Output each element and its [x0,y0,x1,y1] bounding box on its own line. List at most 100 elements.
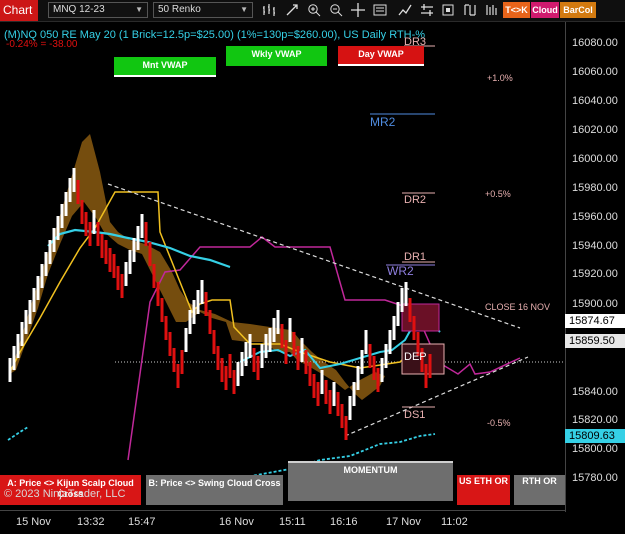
price-tick: 15960.00 [572,211,618,223]
chart-trader-icon[interactable] [441,3,455,17]
kijun-cloud [10,134,385,400]
down-brick [304,350,308,374]
up-brick [300,338,304,362]
up-brick [8,358,12,382]
pct-plus-1: +1.0% [487,73,513,83]
up-brick [32,288,36,312]
cloud-toggle[interactable]: Cloud [531,2,559,18]
up-brick [132,238,136,262]
down-brick [368,344,372,368]
down-brick [120,274,124,298]
down-brick [324,380,328,404]
instrument-selector[interactable]: MNQ 12-23 ▼ [48,2,148,18]
bar-type-selector[interactable]: 50 Renko ▼ [153,2,253,18]
or-box [401,303,440,332]
price-tick: 16020.00 [572,124,618,136]
down-brick [96,222,100,246]
chart-canvas[interactable] [0,22,625,534]
daily-vwap-button[interactable]: Day VWAP [338,46,424,66]
data-box-icon[interactable] [463,3,477,17]
momentum-button[interactable]: MOMENTUM [288,461,453,501]
mr2-label: MR2 [370,115,396,129]
down-brick [312,374,316,398]
up-brick [128,250,132,274]
us-eth-or-button[interactable]: US ETH OR [457,475,510,505]
tk-toggle[interactable]: T<>K [503,2,530,18]
time-tick: 15:47 [128,516,156,528]
dr1-label: DR1 [404,251,427,263]
up-brick [276,310,280,334]
down-brick [224,366,228,390]
time-tick: 15 Nov [16,516,51,528]
down-brick [76,180,80,204]
up-brick [188,310,192,334]
zoom-in-icon[interactable] [307,3,321,17]
down-brick [164,316,168,340]
up-brick [196,290,200,314]
indicators-icon[interactable] [398,3,412,17]
time-tick: 15:11 [279,516,306,528]
price-tick: 15900.00 [572,298,618,310]
down-brick [88,222,92,246]
up-brick [360,350,364,374]
down-brick [424,364,428,388]
price-tick: 15940.00 [572,240,618,252]
down-brick [376,368,380,392]
price-tick: 15820.00 [572,414,618,426]
weekly-vwap-button[interactable]: Wkly VWAP [226,46,327,66]
up-brick [92,210,96,234]
up-brick [24,310,28,334]
crosshair-icon[interactable] [351,3,365,17]
down-brick [216,346,220,370]
time-tick: 16:16 [330,516,358,528]
properties-icon[interactable] [373,3,387,17]
up-brick [52,228,56,252]
price-tick: 15840.00 [572,386,618,398]
price-tick: 16040.00 [572,95,618,107]
up-brick [68,178,72,202]
price-tick: 16060.00 [572,66,618,78]
up-brick [200,280,204,304]
zoom-out-icon[interactable] [329,3,343,17]
down-brick [292,332,296,356]
down-brick [328,390,332,414]
down-brick [116,266,120,290]
strategies-icon[interactable] [420,3,434,17]
up-brick [124,262,128,286]
up-brick [48,240,52,264]
time-tick: 11:02 [441,516,468,528]
down-brick [208,310,212,334]
rth-or-button[interactable]: RTH OR [514,475,565,505]
down-brick [212,330,216,354]
down-brick [340,404,344,428]
draw-tool-icon[interactable] [285,3,299,17]
down-brick [152,264,156,288]
tabs-icon[interactable] [485,3,499,17]
monthly-vwap-button[interactable]: Mnt VWAP [114,57,216,77]
down-brick [336,392,340,416]
bars-icon[interactable] [262,3,276,17]
up-brick [12,346,16,370]
up-brick [60,204,64,228]
bar-type-label: 50 Renko [158,4,201,15]
up-brick [240,352,244,376]
price-tick: 15780.00 [572,472,618,484]
down-brick [372,356,376,380]
up-brick [28,300,32,324]
price-tick: 15800.00 [572,443,618,455]
down-brick [316,382,320,406]
barcol-toggle[interactable]: BarCol [560,2,596,18]
up-brick [40,264,44,288]
swing-cross-button[interactable]: B: Price <> Swing Cloud Cross [146,475,283,505]
pct-plus-0-5: +0.5% [485,189,511,199]
up-brick [56,216,60,240]
up-brick [260,344,264,368]
down-brick [252,348,256,372]
upper-price-flag: 15874.67 [565,314,625,328]
time-tick: 13:32 [77,516,105,528]
down-brick [104,240,108,264]
up-brick [288,318,292,342]
copyright-text: © 2023 NinjaTrader, LLC [4,488,126,500]
down-brick [428,354,432,378]
price-tick: 15920.00 [572,268,618,280]
